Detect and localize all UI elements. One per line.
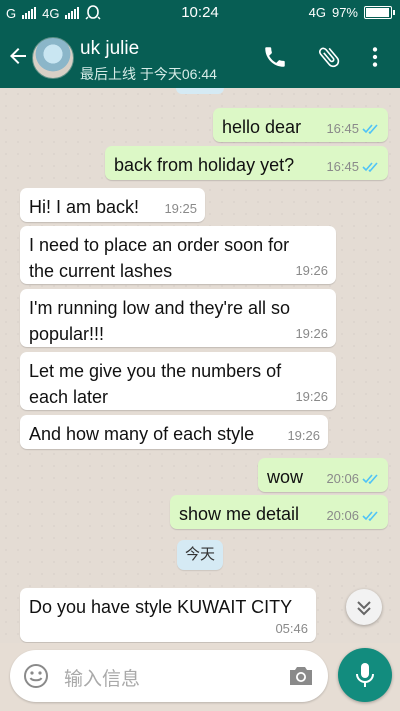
message-time: 20:06 (326, 471, 359, 486)
message-text: Hi! I am back! (29, 197, 140, 217)
message-input[interactable]: 输入信息 (64, 664, 140, 691)
message-text: I'm running low and they're all so popula… (29, 295, 290, 347)
message-outgoing[interactable]: wow 20:06 (258, 458, 388, 492)
read-ticks-icon (362, 474, 378, 484)
message-time: 19:26 (295, 326, 328, 341)
previous-day-chip (176, 88, 224, 94)
more-vert-icon[interactable] (362, 44, 388, 70)
message-line: I'm running low and they're all so (29, 298, 291, 318)
message-text: wow (267, 467, 304, 487)
status-right: 4G 97% (308, 5, 395, 20)
message-time: 16:45 (326, 121, 359, 136)
message-meta: 20:06 (326, 471, 380, 486)
message-text: back from holiday yet? (114, 155, 295, 175)
message-list[interactable]: hello dear 16:45 back from holiday yet? … (0, 88, 400, 643)
read-ticks-icon (362, 124, 378, 134)
message-text: Let me give you the numbers of each later (29, 358, 281, 410)
battery-icon (364, 6, 395, 19)
message-time: 19:25 (164, 201, 197, 216)
message-time: 20:06 (326, 508, 359, 523)
emoji-icon[interactable] (23, 663, 49, 689)
message-time: 19:26 (295, 263, 328, 278)
message-line: the current lashes (29, 261, 173, 281)
message-meta: 19:26 (287, 428, 320, 443)
message-composer: 输入信息 (10, 650, 328, 702)
message-outgoing[interactable]: hello dear 16:45 (213, 108, 388, 142)
last-seen-status: 最后上线 于今天06:44 (80, 66, 217, 82)
read-ticks-icon (362, 162, 378, 172)
message-outgoing[interactable]: back from holiday yet? 16:45 (105, 146, 388, 180)
message-text: Do you have style KUWAIT CITY (29, 597, 293, 617)
day-separator: 今天 (177, 540, 223, 570)
phone-icon[interactable] (262, 44, 288, 70)
message-meta: 05:46 (275, 621, 308, 636)
back-arrow-icon[interactable] (6, 44, 30, 68)
chat-header: uk julie 最后上线 于今天06:44 (0, 26, 400, 88)
network-label: 4G (308, 5, 326, 20)
message-text: I need to place an order soon for the cur… (29, 232, 289, 284)
camera-icon[interactable] (287, 664, 315, 688)
message-incoming[interactable]: I'm running low and they're all so popula… (20, 289, 336, 347)
message-meta: 19:26 (295, 326, 328, 341)
avatar[interactable] (32, 37, 74, 79)
message-time: 19:26 (295, 389, 328, 404)
mic-icon (356, 663, 374, 687)
message-line: I need to place an order soon for (29, 235, 290, 255)
message-line: popular!!! (29, 324, 105, 344)
message-incoming[interactable]: Let me give you the numbers of each later… (20, 352, 336, 410)
mic-button[interactable] (338, 648, 392, 702)
message-text: And how many of each style (29, 424, 255, 444)
message-incoming[interactable]: And how many of each style 19:26 (20, 415, 328, 449)
message-incoming[interactable]: Hi! I am back! 19:25 (20, 188, 205, 222)
paperclip-icon[interactable] (316, 44, 342, 70)
message-incoming[interactable]: Do you have style KUWAIT CITY 05:46 (20, 588, 316, 642)
message-line: each later (29, 387, 109, 407)
battery-percent: 97% (331, 5, 358, 20)
message-text: hello dear (222, 117, 302, 137)
contact-name[interactable]: uk julie (80, 38, 139, 60)
message-outgoing[interactable]: show me detail 20:06 (170, 495, 388, 529)
message-text: show me detail (179, 504, 300, 524)
message-meta: 19:26 (295, 263, 328, 278)
message-time: 05:46 (275, 621, 308, 636)
message-meta: 16:45 (326, 121, 380, 136)
message-meta: 20:06 (326, 508, 380, 523)
message-meta: 19:26 (295, 389, 328, 404)
scroll-to-bottom-button[interactable] (346, 589, 382, 625)
message-time: 19:26 (287, 428, 320, 443)
message-meta: 19:25 (164, 201, 197, 216)
message-time: 16:45 (326, 159, 359, 174)
message-meta: 16:45 (326, 159, 380, 174)
status-bar: G 4G 10:24 4G 97% (0, 0, 400, 26)
double-chevron-down-icon (357, 601, 371, 616)
read-ticks-icon (362, 511, 378, 521)
message-incoming[interactable]: I need to place an order soon for the cur… (20, 226, 336, 284)
message-line: Let me give you the numbers of (29, 361, 282, 381)
